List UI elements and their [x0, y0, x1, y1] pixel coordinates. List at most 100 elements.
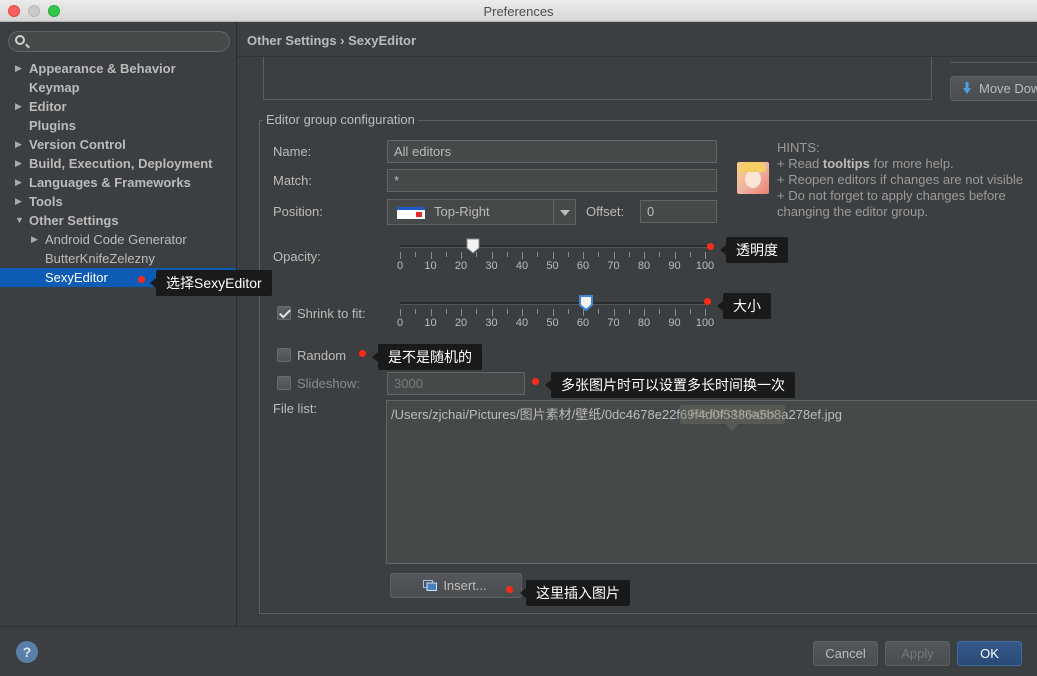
slider-tick-label: 30	[485, 260, 498, 272]
hints-line-3: + Do not forget to apply changes before	[777, 188, 1006, 203]
name-input[interactable]: All editors	[387, 140, 717, 163]
sidebar-item-label: SexyEditor	[45, 270, 108, 285]
apply-button[interactable]: Apply	[885, 641, 950, 666]
slideshow-interval-input[interactable]: 3000	[387, 372, 525, 395]
opacity-slider[interactable]: 0 10 20 30 40 50 60 70 80 90 100	[397, 238, 714, 278]
settings-sidebar: ▶ Appearance & Behavior Keymap ▶ Editor …	[0, 22, 237, 626]
slider-tick-label: 70	[607, 317, 620, 329]
slider-tick	[567, 309, 569, 314]
expand-arrow-icon[interactable]: ▶	[15, 59, 22, 78]
sidebar-item-butterknife[interactable]: ButterKnifeZelezny	[0, 249, 236, 268]
slider-tick	[400, 309, 401, 316]
sidebar-item-languages[interactable]: ▶ Languages & Frameworks	[0, 173, 236, 192]
annotation-dot	[532, 378, 539, 385]
sidebar-item-keymap[interactable]: Keymap	[0, 78, 236, 97]
slider-track[interactable]	[399, 302, 709, 305]
slider-tick	[598, 252, 600, 257]
expand-arrow-icon[interactable]: ▶	[15, 97, 22, 116]
random-checkbox[interactable]	[277, 348, 291, 362]
annotation-dot	[359, 350, 366, 357]
slider-tick	[613, 309, 615, 316]
slider-ticks	[399, 309, 709, 316]
group-title: Editor group configuration	[263, 112, 418, 127]
slider-tick	[461, 252, 462, 259]
shrink-slider[interactable]: 0 10 20 30 40 50 60 70 80 90 100	[397, 295, 714, 335]
slider-tick	[689, 309, 691, 314]
sidebar-item-label: Languages & Frameworks	[29, 175, 191, 190]
expand-arrow-icon[interactable]: ▶	[15, 154, 22, 173]
move-down-button[interactable]: Move Down	[950, 76, 1037, 101]
position-select[interactable]: Top-Right	[387, 199, 576, 225]
slideshow-checkbox[interactable]	[277, 376, 291, 390]
slider-tick	[430, 252, 432, 259]
slider-tick	[415, 309, 417, 314]
slider-tick-labels: 0 10 20 30 40 50 60 70 80 90 100	[397, 260, 714, 272]
expand-arrow-icon[interactable]: ▶	[15, 192, 22, 211]
annotation-dot	[138, 276, 145, 283]
file-list-label: File list:	[273, 401, 318, 416]
shrink-to-fit-label: Shrink to fit:	[297, 306, 366, 321]
slider-tick-label: 20	[454, 317, 468, 329]
sidebar-item-version-control[interactable]: ▶ Version Control	[0, 135, 236, 154]
slider-tick-labels: 0 10 20 30 40 50 60 70 80 90 100	[397, 317, 714, 329]
dialog-footer: ? Cancel Apply OK	[0, 626, 1037, 676]
expand-arrow-icon[interactable]: ▶	[15, 135, 22, 154]
sidebar-item-label: Other Settings	[29, 213, 119, 228]
slider-tick	[445, 309, 447, 314]
slider-tick	[522, 252, 523, 259]
breadcrumb: Other Settings › SexyEditor	[247, 33, 417, 48]
help-button[interactable]: ?	[16, 641, 38, 663]
slider-tick-label: 10	[424, 260, 437, 272]
sidebar-item-label: ButterKnifeZelezny	[45, 251, 155, 266]
sidebar-item-build[interactable]: ▶ Build, Execution, Deployment	[0, 154, 236, 173]
slider-thumb[interactable]	[466, 238, 480, 254]
slider-track[interactable]	[399, 245, 709, 248]
file-list[interactable]: /Users/zjchai/Pictures/图片素材/壁纸/0dc4678e2…	[386, 400, 1037, 564]
sidebar-item-label: Tools	[29, 194, 63, 209]
name-label: Name:	[273, 144, 312, 159]
slider-tick	[567, 252, 569, 257]
ok-button[interactable]: OK	[957, 641, 1022, 666]
cancel-button[interactable]: Cancel	[813, 641, 878, 666]
opacity-label: Opacity:	[273, 249, 321, 264]
settings-search-input[interactable]	[8, 31, 230, 52]
slider-tick	[552, 309, 554, 316]
expand-arrow-icon[interactable]: ▶	[15, 173, 22, 192]
sidebar-item-label: Editor	[29, 99, 67, 114]
chevron-down-icon[interactable]	[553, 200, 575, 224]
slider-tick-label: 80	[637, 260, 651, 272]
annotation-size: 大小	[717, 293, 771, 319]
editor-group-list[interactable]	[263, 57, 932, 100]
slider-tick	[628, 309, 630, 314]
sidebar-item-editor[interactable]: ▶ Editor	[0, 97, 236, 116]
slider-tick-label: 100	[695, 317, 715, 329]
slider-thumb[interactable]	[579, 295, 594, 311]
offset-label: Offset:	[586, 204, 625, 219]
slider-tick	[506, 252, 508, 257]
insert-label: Insert...	[443, 578, 487, 593]
sidebar-item-tools[interactable]: ▶ Tools	[0, 192, 236, 211]
insert-button[interactable]: Insert...	[390, 573, 522, 598]
sidebar-item-plugins[interactable]: Plugins	[0, 116, 236, 135]
slider-tick	[491, 309, 493, 316]
annotation-dot	[506, 586, 513, 593]
sidebar-item-android-code-generator[interactable]: ▶ Android Code Generator	[0, 230, 236, 249]
slider-tick-label: 40	[515, 260, 529, 272]
match-input[interactable]: *	[387, 169, 717, 192]
slider-tick	[689, 252, 691, 257]
slider-tick	[461, 309, 462, 316]
offset-input[interactable]: 0	[640, 200, 717, 223]
hints-text: for more help.	[869, 156, 954, 171]
slider-tick	[430, 309, 432, 316]
annotation-dot	[704, 298, 711, 305]
title-bar: Preferences	[0, 0, 1037, 22]
shrink-to-fit-checkbox[interactable]	[277, 306, 291, 320]
slider-tick	[506, 309, 508, 314]
sidebar-item-other-settings[interactable]: ▼ Other Settings	[0, 211, 236, 230]
slider-tick-label: 70	[607, 260, 620, 272]
sidebar-item-label: Android Code Generator	[45, 232, 187, 247]
collapse-arrow-icon[interactable]: ▼	[15, 211, 24, 230]
expand-arrow-icon[interactable]: ▶	[31, 230, 38, 249]
sidebar-item-label: Build, Execution, Deployment	[29, 156, 213, 171]
sidebar-item-appearance[interactable]: ▶ Appearance & Behavior	[0, 59, 236, 78]
